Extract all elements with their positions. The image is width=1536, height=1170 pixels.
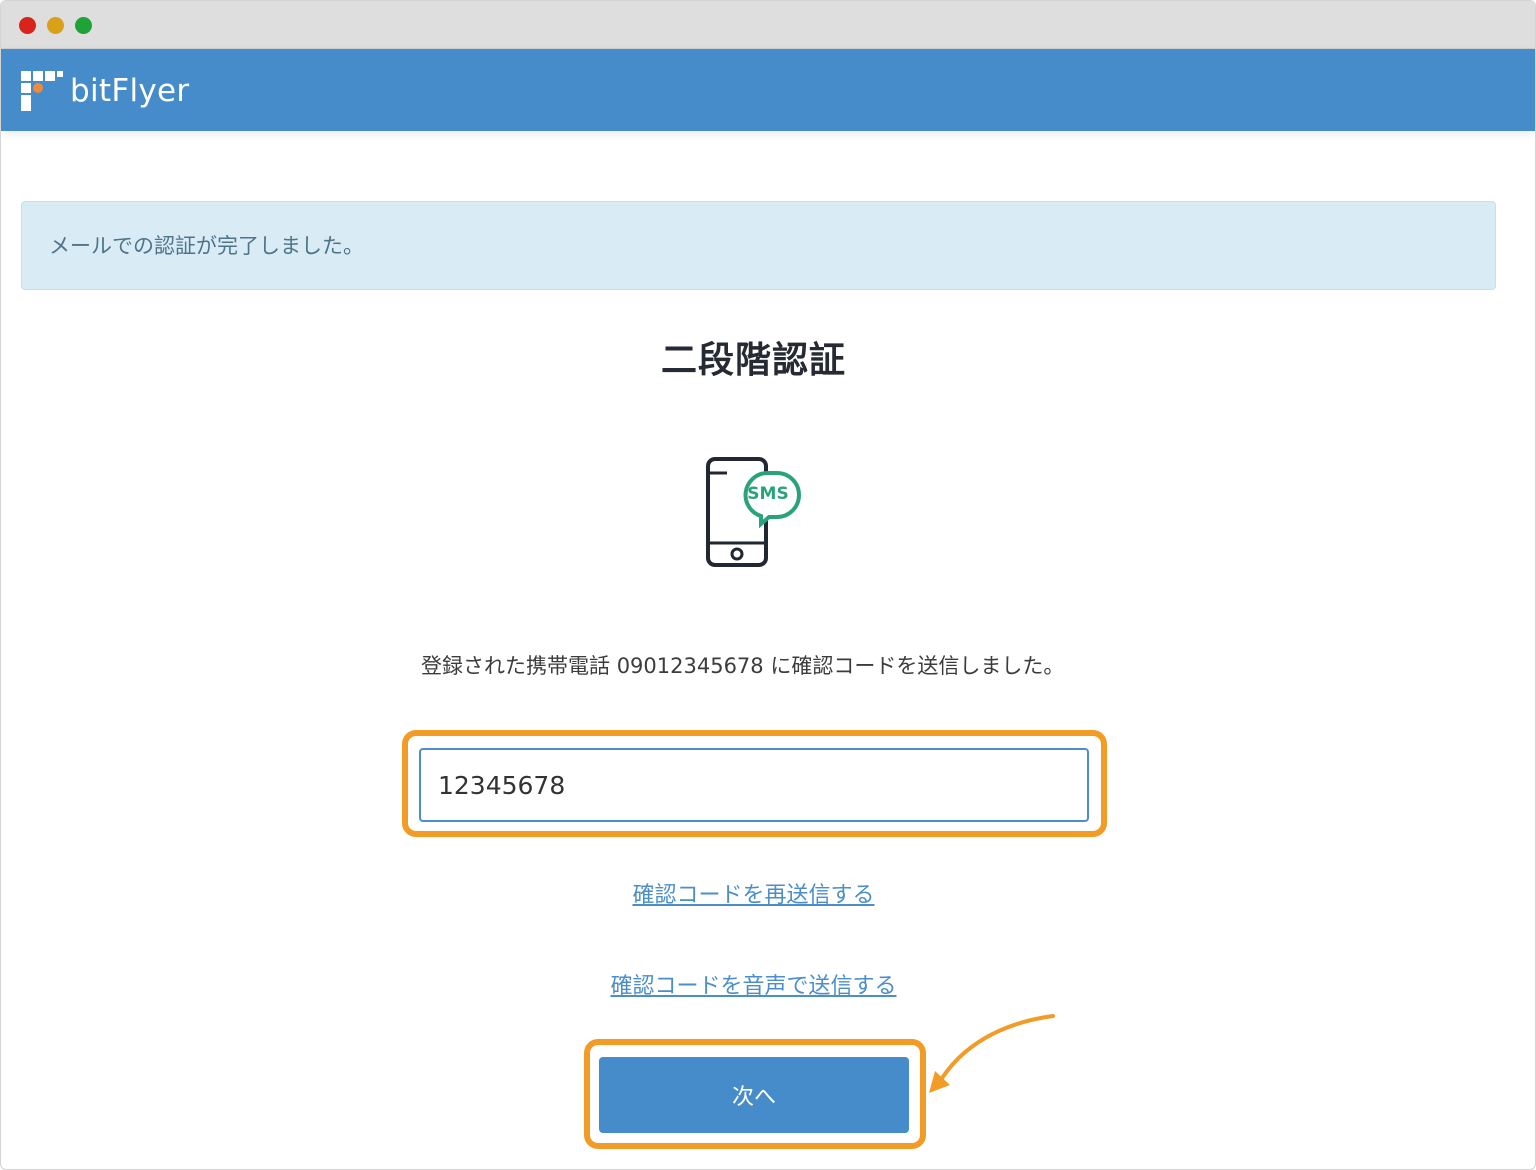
zoom-window-button[interactable]	[75, 17, 92, 34]
bitflyer-logo-icon[interactable]	[21, 71, 63, 111]
verification-code-input[interactable]	[419, 748, 1089, 822]
resend-code-link[interactable]: 確認コードを再送信する	[1, 877, 1506, 909]
voice-code-link[interactable]: 確認コードを音声で送信する	[1, 968, 1506, 1000]
minimize-window-button[interactable]	[47, 17, 64, 34]
window-titlebar	[1, 1, 1535, 49]
success-alert: メールでの認証が完了しました。	[21, 201, 1496, 290]
browser-window: bitFlyer メールでの認証が完了しました。 二段階認証 SMS 登録された…	[0, 0, 1536, 1170]
description-suffix: に確認コードを送信しました。	[763, 654, 1065, 678]
next-button[interactable]: 次へ	[599, 1057, 909, 1133]
pointer-arrow-icon	[929, 1014, 1055, 1093]
brand-name[interactable]: bitFlyer	[70, 73, 189, 109]
alert-message: メールでの認証が完了しました。	[49, 234, 364, 258]
app-header: bitFlyer	[1, 49, 1535, 131]
description-prefix: 登録された携帯電話	[421, 654, 617, 678]
phone-sms-icon: SMS	[706, 457, 801, 567]
svg-text:SMS: SMS	[747, 484, 788, 504]
phone-number: 09012345678	[616, 654, 764, 678]
page-title: 二段階認証	[660, 340, 846, 381]
close-window-button[interactable]	[19, 17, 36, 34]
sms-sent-description: 登録された携帯電話 09012345678 に確認コードを送信しました。	[421, 647, 1081, 686]
